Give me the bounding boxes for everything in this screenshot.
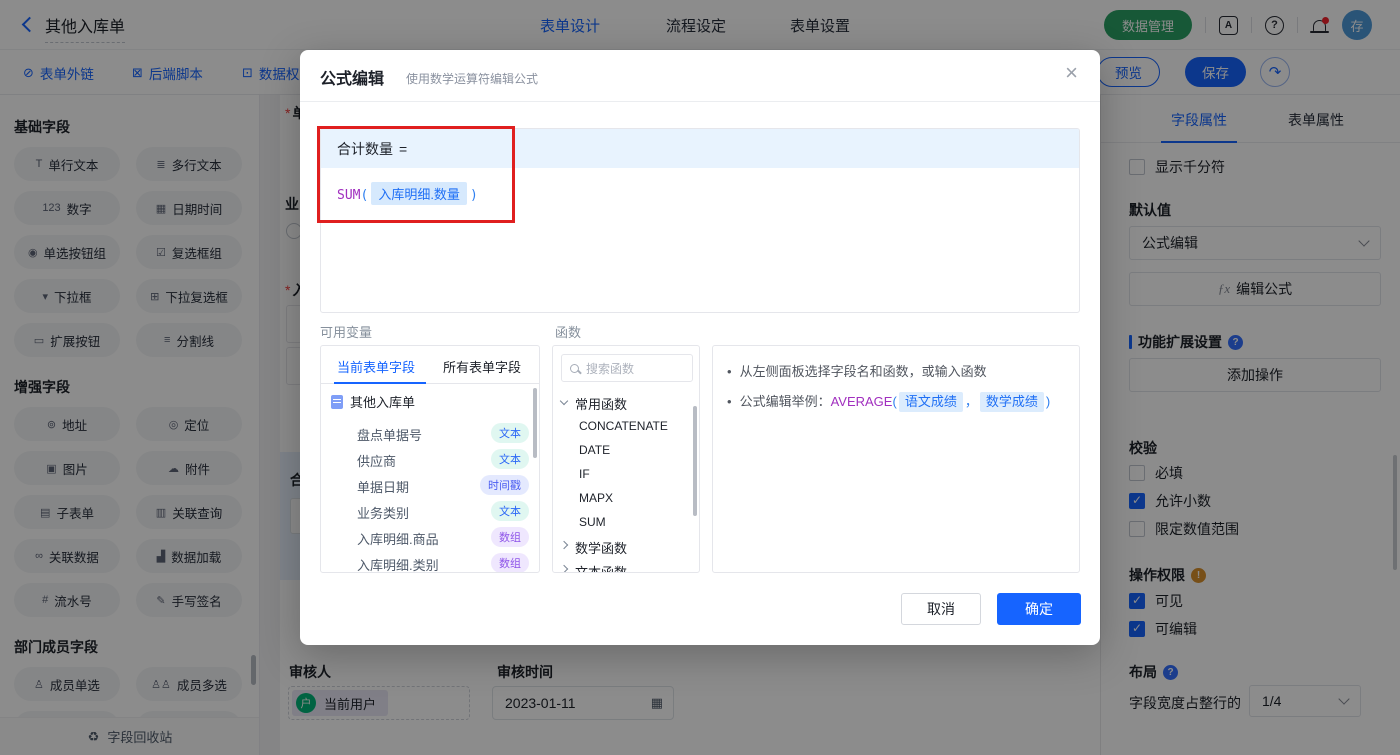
function-name: DATE — [579, 443, 611, 457]
tree-root-form[interactable]: 其他入库单 — [331, 392, 415, 411]
chevron-down-icon — [559, 396, 569, 406]
type-badge: 时间戳 — [480, 475, 529, 495]
cancel-button[interactable]: 取消 — [901, 593, 981, 625]
close-paren: ) — [469, 188, 478, 203]
functions-scrollbar[interactable] — [693, 406, 697, 516]
type-badge: 文本 — [491, 501, 529, 521]
confirm-button[interactable]: 确定 — [997, 593, 1081, 625]
function-item[interactable]: DATE — [553, 438, 699, 462]
formula-editor-area[interactable]: 合计数量 = SUM(入库明细.数量) — [320, 128, 1080, 313]
group-name: 常用函数 — [575, 397, 628, 412]
tip-text: 从左侧面板选择字段名和函数，或输入函数 — [739, 364, 987, 379]
bullet: • — [727, 364, 732, 379]
variable-row[interactable]: 盘点单据号 文本 — [321, 420, 539, 446]
type-badge: 文本 — [491, 449, 529, 469]
variable-name: 盘点单据号 — [357, 428, 423, 443]
variables-panel-label: 可用变量 — [320, 325, 373, 340]
function-search-input[interactable]: 搜索函数 — [561, 354, 693, 382]
tips-panel: • 从左侧面板选择字段名和函数，或输入函数 • 公式编辑举例：AVERAGE(语… — [712, 345, 1080, 573]
equals-sign: = — [399, 140, 408, 157]
function-item[interactable]: SUM — [553, 510, 699, 534]
modal-header-divider — [300, 101, 1100, 102]
form-doc-icon — [331, 394, 343, 409]
tab-current-form-fields[interactable]: 当前表单字段 — [337, 357, 415, 376]
function-name: SUM — [579, 515, 606, 529]
search-icon — [570, 363, 579, 373]
close-icon[interactable]: × — [1065, 62, 1078, 84]
function-name: CONCATENATE — [579, 419, 668, 433]
formula-expression[interactable]: SUM(入库明细.数量) — [321, 168, 1079, 219]
function-group-common[interactable]: 常用函数 — [553, 390, 699, 414]
variables-tab-underline — [334, 382, 426, 384]
formula-target-bar: 合计数量 = — [321, 129, 1079, 168]
variable-name: 供应商 — [357, 454, 397, 469]
example-prefix: 公式编辑举例： — [739, 394, 831, 409]
type-badge: 数组 — [491, 553, 529, 572]
function-name: MAPX — [579, 491, 614, 505]
tree-root-label: 其他入库单 — [350, 395, 416, 410]
function-item[interactable]: CONCATENATE — [553, 414, 699, 438]
functions-panel: 搜索函数 常用函数 CONCATENATE DATE IF MAPX SUM 数… — [552, 345, 700, 573]
bullet: • — [727, 394, 732, 409]
variable-row[interactable]: 入库明细.类别 数组 — [321, 550, 539, 573]
variable-row[interactable]: 供应商 文本 — [321, 446, 539, 472]
tip-line-1: • 从左侧面板选择字段名和函数，或输入函数 — [727, 362, 1065, 382]
group-name: 文本函数 — [575, 565, 628, 573]
example-function-name: AVERAGE — [830, 394, 893, 409]
tip-line-2: • 公式编辑举例：AVERAGE(语文成绩，数学成绩) — [727, 392, 1065, 412]
variables-panel: 当前表单字段 所有表单字段 其他入库单 盘点单据号 文本 供应商 文本 单据日期… — [320, 345, 540, 573]
functions-panel-label: 函数 — [555, 325, 582, 340]
variable-name: 入库明细.商品 — [357, 532, 439, 547]
function-name: IF — [579, 467, 590, 481]
formula-editor-modal: 公式编辑 使用数学运算符编辑公式 × 合计数量 = SUM(入库明细.数量) 可… — [300, 50, 1100, 645]
open-paren: ( — [360, 188, 369, 203]
example-token: 数学成绩 — [979, 392, 1044, 412]
variables-tabs: 当前表单字段 所有表单字段 — [321, 346, 539, 384]
search-placeholder: 搜索函数 — [586, 361, 635, 376]
type-badge: 文本 — [491, 423, 529, 443]
function-item[interactable]: IF — [553, 462, 699, 486]
function-group-math[interactable]: 数学函数 — [553, 534, 699, 558]
variables-scrollbar[interactable] — [533, 388, 537, 458]
variable-row[interactable]: 入库明细.商品 数组 — [321, 524, 539, 550]
variable-name: 单据日期 — [357, 480, 410, 495]
variable-row[interactable]: 业务类别 文本 — [321, 498, 539, 524]
chevron-right-icon — [559, 540, 569, 550]
tip-example: 公式编辑举例：AVERAGE(语文成绩，数学成绩) — [739, 392, 1051, 412]
example-token: 语文成绩 — [898, 392, 963, 412]
type-badge: 数组 — [491, 527, 529, 547]
modal-title: 公式编辑 — [320, 71, 385, 88]
variable-name: 业务类别 — [357, 506, 410, 521]
variable-name: 入库明细.类别 — [357, 558, 439, 573]
modal-subtitle: 使用数学运算符编辑公式 — [406, 72, 539, 86]
chevron-right-icon — [559, 564, 569, 572]
field-token[interactable]: 入库明细.数量 — [371, 182, 467, 205]
formula-function-name: SUM — [337, 188, 361, 203]
close-paren: ) — [1045, 394, 1051, 409]
group-name: 数学函数 — [575, 541, 628, 556]
formula-target-field: 合计数量 — [337, 140, 393, 157]
function-item[interactable]: MAPX — [553, 486, 699, 510]
variable-row[interactable]: 单据日期 时间戳 — [321, 472, 539, 498]
tab-all-form-fields[interactable]: 所有表单字段 — [443, 357, 521, 376]
comma: ， — [964, 394, 978, 409]
open-paren: ( — [892, 394, 897, 409]
app-root: 其他入库单 表单设计 流程设定 表单设置 数据管理 ? 存 ⊘ 表单外链 ⊠ 后… — [0, 0, 1400, 755]
function-group-text[interactable]: 文本函数 — [553, 558, 699, 573]
